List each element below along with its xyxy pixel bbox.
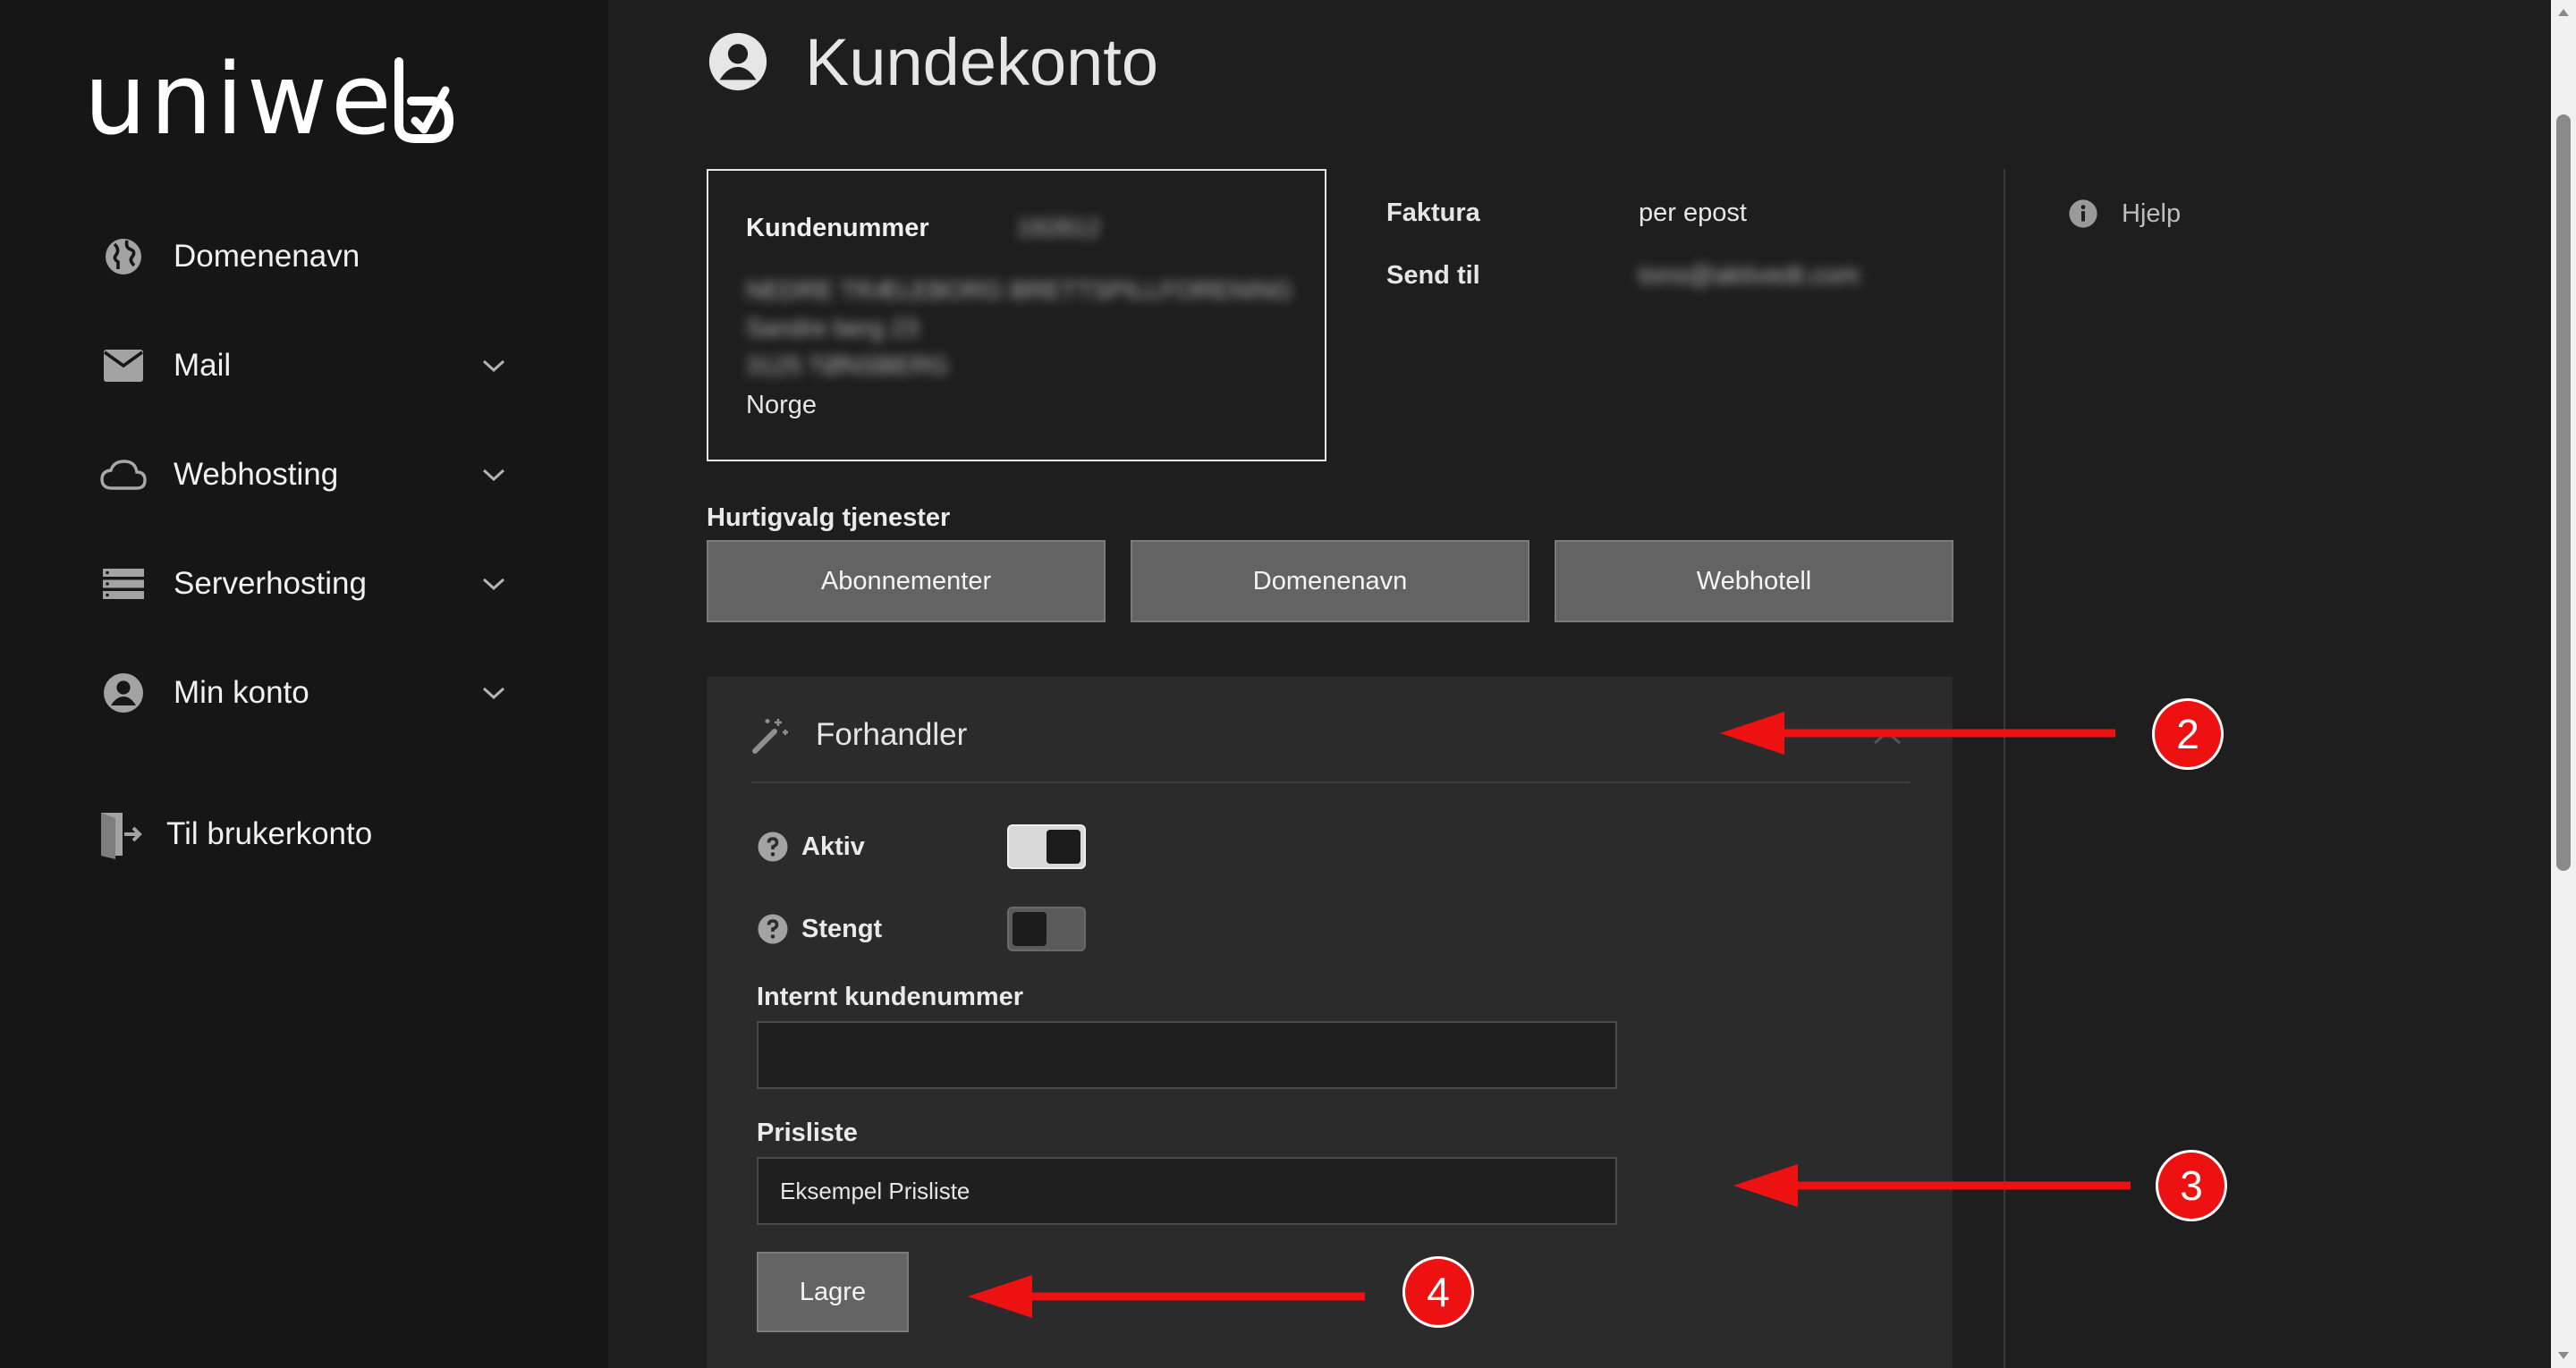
scroll-up-arrow-icon[interactable] [2556, 5, 2571, 20]
quick-services-title: Hurtigvalg tjenester [707, 503, 951, 532]
closed-toggle[interactable] [1007, 907, 1086, 951]
mail-icon [98, 341, 148, 391]
internal-number-input[interactable] [757, 1021, 1617, 1089]
info-icon [2068, 198, 2098, 229]
active-toggle[interactable] [1007, 824, 1086, 869]
reseller-panel: Forhandler Aktiv Stengt Internt kundenum… [707, 677, 1953, 1368]
cloud-icon [98, 450, 148, 500]
scrollbar-thumb[interactable] [2556, 114, 2571, 871]
annotation-badge-2: 2 [2152, 698, 2224, 770]
closed-toggle-row: Stengt [757, 904, 1086, 954]
webhotell-button[interactable]: Webhotell [1555, 540, 1953, 622]
account-circle-icon [98, 668, 148, 718]
send-to-value: tons@aktivedt.com [1639, 261, 1860, 290]
help-question-icon[interactable] [757, 831, 789, 863]
server-icon [98, 559, 148, 609]
pricelist-input[interactable] [757, 1157, 1617, 1225]
domenenavn-button[interactable]: Domenenavn [1131, 540, 1530, 622]
customer-number-value: 192812 [1016, 214, 1101, 241]
sidebar-item-label: Webhosting [174, 457, 339, 492]
customer-info-box: Kundenummer 192812 NEDRE TRÆLEBORG BRETT… [707, 169, 1326, 461]
annotation-arrow-3 [1733, 1164, 2131, 1207]
help-label: Hjelp [2122, 198, 2182, 228]
toggle-knob [1013, 912, 1046, 946]
active-toggle-row: Aktiv [757, 822, 1086, 872]
magic-wand-icon [751, 715, 791, 755]
sidebar-item-til-brukerkonto[interactable]: Til brukerkonto [95, 794, 506, 874]
logo-text: uniwe [84, 42, 395, 156]
annotation-arrow-4 [968, 1275, 1365, 1318]
sidebar-item-label: Til brukerkonto [166, 816, 373, 851]
chevron-down-icon[interactable] [478, 350, 510, 382]
customer-number-row: Kundenummer 192812 [746, 214, 1100, 243]
invoice-value: per epost [1639, 198, 1747, 227]
customer-postal: 3125 TØNSBERG [746, 351, 949, 379]
panel-divider [751, 781, 1910, 783]
page-title: Kundekonto [805, 24, 1159, 99]
help-link[interactable]: Hjelp [2068, 198, 2181, 229]
customer-country: Norge [746, 391, 817, 419]
closed-label: Stengt [801, 914, 883, 943]
reseller-panel-header[interactable]: Forhandler [751, 704, 967, 766]
uniweb-logo[interactable]: uniwe [84, 50, 454, 148]
scroll-down-arrow-icon[interactable] [2556, 1348, 2571, 1363]
customer-name: NEDRE TRÆLEBORG BRETTSPILLFORENING [746, 276, 1292, 304]
annotation-arrow-2 [1720, 712, 2115, 755]
chevron-down-icon[interactable] [478, 568, 510, 600]
sidebar-item-webhosting[interactable]: Webhosting [98, 435, 510, 515]
sidebar-item-min-konto[interactable]: Min konto [98, 653, 510, 733]
toggle-knob [1046, 830, 1080, 864]
customer-street: Sandre berg 23 [746, 314, 919, 342]
active-label: Aktiv [801, 832, 865, 861]
send-to-label: Send til [1386, 261, 1480, 290]
annotation-badge-4: 4 [1402, 1256, 1474, 1328]
sidebar-item-label: Min konto [174, 675, 309, 710]
account-circle-icon [707, 30, 769, 93]
sidebar-item-serverhosting[interactable]: Serverhosting [98, 544, 510, 624]
chevron-down-icon[interactable] [478, 677, 510, 709]
reseller-panel-title: Forhandler [816, 717, 968, 752]
internal-number-label: Internt kundenummer [757, 983, 1024, 1011]
annotation-badge-3: 3 [2156, 1150, 2227, 1221]
chevron-down-icon[interactable] [478, 459, 510, 491]
pricelist-label: Prisliste [757, 1119, 858, 1147]
invoice-label: Faktura [1386, 198, 1480, 227]
help-question-icon[interactable] [757, 913, 789, 945]
globe-icon [98, 232, 148, 282]
sidebar-item-label: Serverhosting [174, 566, 367, 601]
sidebar-item-label: Domenenavn [174, 239, 360, 274]
logo-mark-icon [394, 57, 453, 143]
customer-number-label: Kundenummer [746, 214, 929, 242]
sidebar-item-mail[interactable]: Mail [98, 325, 510, 406]
exit-door-icon [95, 809, 145, 859]
sidebar: uniwe Domenenavn Mail Webhosting Serverh… [0, 0, 608, 1368]
page-header: Kundekonto [707, 21, 1158, 102]
sidebar-item-label: Mail [174, 348, 232, 383]
save-button[interactable]: Lagre [757, 1252, 909, 1332]
abonnementer-button[interactable]: Abonnementer [707, 540, 1106, 622]
sidebar-item-domenenavn[interactable]: Domenenavn [98, 216, 510, 297]
